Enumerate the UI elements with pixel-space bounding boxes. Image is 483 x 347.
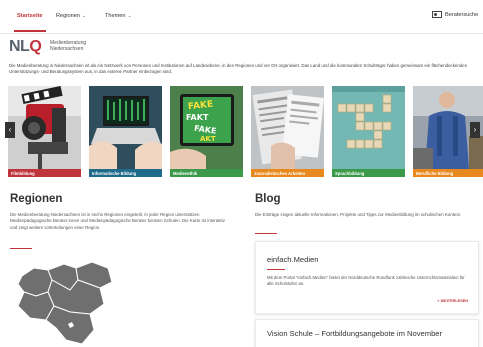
blog-text: Die Einträge zeigen aktuelle Information…: [255, 212, 461, 217]
nav-startseite[interactable]: Startseite: [17, 13, 43, 19]
nav-themen[interactable]: Themen ⌄: [105, 13, 132, 19]
contact-card-icon: [432, 11, 442, 18]
tile-label: Medienethik: [170, 169, 243, 177]
carousel-prev-button[interactable]: ‹: [5, 122, 15, 138]
tile-label: Informatische Bildung: [89, 169, 162, 177]
read-more-link[interactable]: » WEITERLESEN: [437, 299, 468, 303]
letter-tiles-image: [332, 86, 405, 169]
beratersuche-label: Beratersuche: [445, 11, 479, 18]
svg-text:AKT: AKT: [200, 135, 216, 143]
fake-fakt-image: FAKE FAKT FAKE AKT: [170, 86, 243, 169]
carousel-next-button[interactable]: ›: [470, 122, 480, 138]
logo-subtitle-line2: Niedersachsen: [50, 46, 84, 52]
regionen-divider: [10, 248, 32, 249]
chevron-left-icon: ‹: [8, 125, 12, 134]
carousel-tile-filmbildung[interactable]: Filmbildung: [8, 86, 81, 177]
nav-regionen[interactable]: Regionen ⌄: [56, 13, 86, 19]
intro-text: Die Medienberatung in Niedersachsen ist …: [9, 63, 467, 75]
tile-label: Journalistisches Arbeiten: [251, 169, 324, 177]
blog-post-title[interactable]: Vision Schule – Fortbildungsangebote im …: [267, 329, 442, 338]
blog-post-title[interactable]: einfach.Medien: [267, 255, 319, 264]
beratersuche-link[interactable]: Beratersuche: [432, 11, 478, 18]
regionen-text: Die Medienberatung Niedersachsen ist in …: [10, 212, 225, 230]
carousel-tile-medienethik[interactable]: FAKE FAKT FAKE AKT Medienethik: [170, 86, 243, 177]
blog-post-divider: [267, 269, 285, 270]
blog-post-card[interactable]: Vision Schule – Fortbildungsangebote im …: [255, 319, 479, 347]
active-nav-indicator: [14, 30, 46, 32]
svg-text:FAKT: FAKT: [186, 113, 209, 122]
tile-label: Berufliche Bildung: [413, 169, 483, 177]
carousel-tile-informatische-bildung[interactable]: Informatische Bildung: [89, 86, 162, 177]
chevron-down-icon: ⌄: [127, 13, 132, 19]
nav-regionen-label: Regionen: [56, 13, 80, 19]
laptop-image: [89, 86, 162, 169]
niedersachsen-region-map[interactable]: [8, 258, 128, 347]
nav-startseite-label: Startseite: [17, 13, 43, 19]
topic-carousel: Filmbildung Informatische Bildung FAKE F…: [0, 86, 483, 177]
regionen-title: Regionen: [10, 193, 63, 205]
blog-divider: [255, 233, 277, 234]
tile-label: Sprachbildung: [332, 169, 405, 177]
blog-post-card[interactable]: einfach.Medien Mit dem Portal "einfach.M…: [255, 241, 479, 314]
blog-title: Blog: [255, 193, 281, 205]
chevron-down-icon: ⌄: [81, 13, 87, 19]
tile-label: Filmbildung: [8, 169, 81, 177]
logo-subtitle: Medienberatung Niedersachsen: [50, 40, 86, 52]
newspaper-image: [251, 86, 324, 169]
map-region[interactable]: [17, 267, 53, 297]
carousel-tile-sprachbildung[interactable]: Sprachbildung: [332, 86, 405, 177]
blog-post-excerpt: Mit dem Portal "einfach.Medien" bietet d…: [267, 275, 465, 287]
carousel-tile-journalistisches-arbeiten[interactable]: Journalistisches Arbeiten: [251, 86, 324, 177]
film-camera-image: [8, 86, 81, 169]
chevron-right-icon: ›: [473, 125, 477, 134]
logo-wordmark: NLQ: [9, 38, 42, 55]
top-navigation: Startseite Regionen ⌄ Themen ⌄ Beratersuch…: [0, 0, 483, 34]
nav-themen-label: Themen: [105, 13, 126, 19]
